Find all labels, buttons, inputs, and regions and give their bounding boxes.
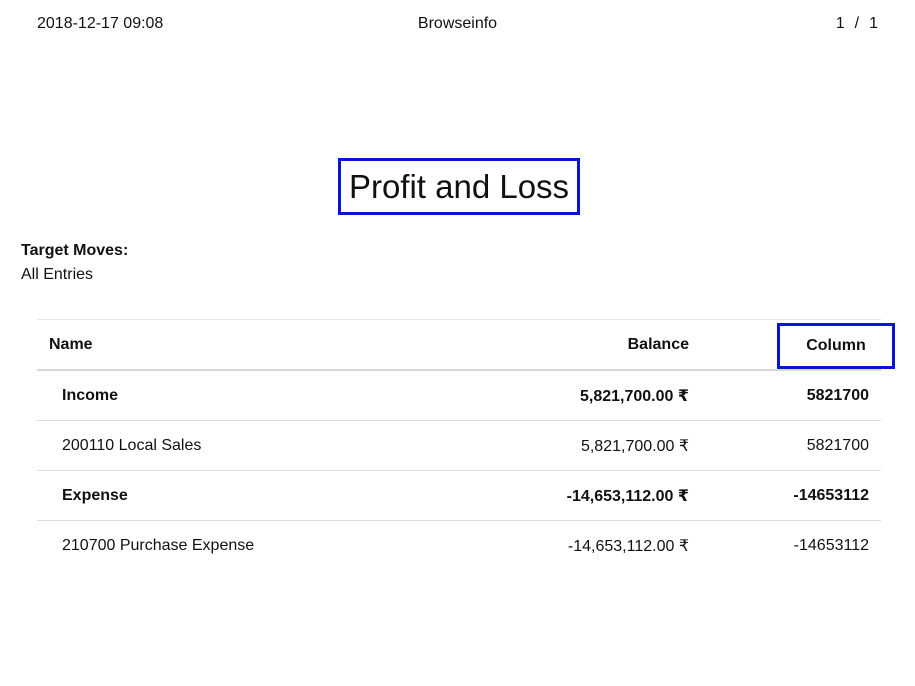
table-row: 200110 Local Sales 5,821,700.00 ₹ 582170… [37,421,881,471]
header-balance: Balance [627,335,689,353]
table-row: Expense -14,653,112.00 ₹ -14653112 [37,471,881,521]
page-current: 1 [835,15,845,32]
profit-loss-table: Name Balance Column Income 5,821,700.00 … [37,319,895,570]
row-balance: 5,821,700.00 ₹ [580,387,689,405]
page-separator: / [854,15,860,32]
row-name: 200110 Local Sales [62,436,202,454]
row-column: -14653112 [793,536,869,554]
target-moves-label: Target Moves: [21,242,129,259]
row-balance: -14,653,112.00 ₹ [567,537,689,555]
row-name: 210700 Purchase Expense [62,536,255,554]
page-counter: 1 / 1 [836,14,878,34]
header-column: Column [777,323,895,369]
table-row: Income 5,821,700.00 ₹ 5821700 [37,371,881,421]
header-name: Name [49,335,93,353]
page-total: 1 [869,15,878,32]
row-balance: 5,821,700.00 ₹ [580,437,689,455]
row-name: Expense [62,486,128,504]
report-title: Profit and Loss [338,158,580,215]
row-name: Income [62,386,119,404]
target-moves-value: All Entries [21,266,94,283]
company-name: Browseinfo [417,15,498,32]
row-balance: -14,653,112.00 ₹ [566,487,689,505]
row-column: -14653112 [793,486,869,504]
table-row: 210700 Purchase Expense -14,653,112.00 ₹… [37,521,881,570]
table-header-row: Name Balance Column [37,320,895,371]
row-column: 5821700 [806,436,869,454]
row-column: 5821700 [806,386,869,404]
